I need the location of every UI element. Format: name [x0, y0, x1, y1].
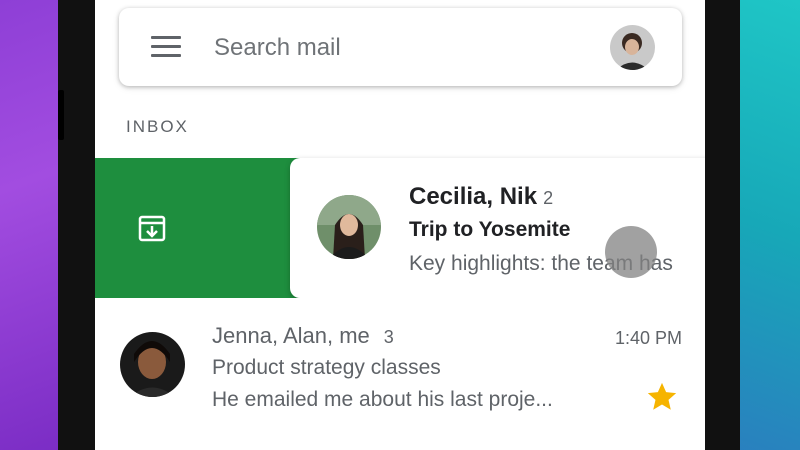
- archive-icon: [138, 215, 166, 242]
- search-input[interactable]: [212, 32, 596, 64]
- list-item[interactable]: Jenna, Alan, me 3 1:40 PM Product strateg…: [95, 298, 705, 428]
- gmail-screen: INBOX Cecilia, Nik2 Trip to Yosemite Key…: [95, 0, 705, 450]
- sender-name: Jenna, Alan, me 3: [212, 323, 394, 348]
- account-avatar[interactable]: [610, 25, 655, 70]
- star-icon[interactable]: [645, 380, 679, 414]
- subject: Trip to Yosemite: [409, 218, 571, 241]
- menu-icon[interactable]: [151, 36, 181, 58]
- inbox-label: INBOX: [126, 117, 189, 136]
- avatar: [317, 195, 381, 259]
- touch-indicator: [605, 226, 657, 278]
- thread-count: 2: [543, 188, 554, 208]
- avatar: [120, 332, 185, 397]
- snippet: He emailed me about his last proje...: [212, 388, 553, 411]
- timestamp: 1:40 PM: [614, 328, 682, 348]
- thread-count: 3: [383, 327, 394, 347]
- search-bar[interactable]: [119, 8, 682, 86]
- subject: Product strategy classes: [212, 356, 441, 379]
- sender-name: Cecilia, Nik 2: [409, 183, 554, 210]
